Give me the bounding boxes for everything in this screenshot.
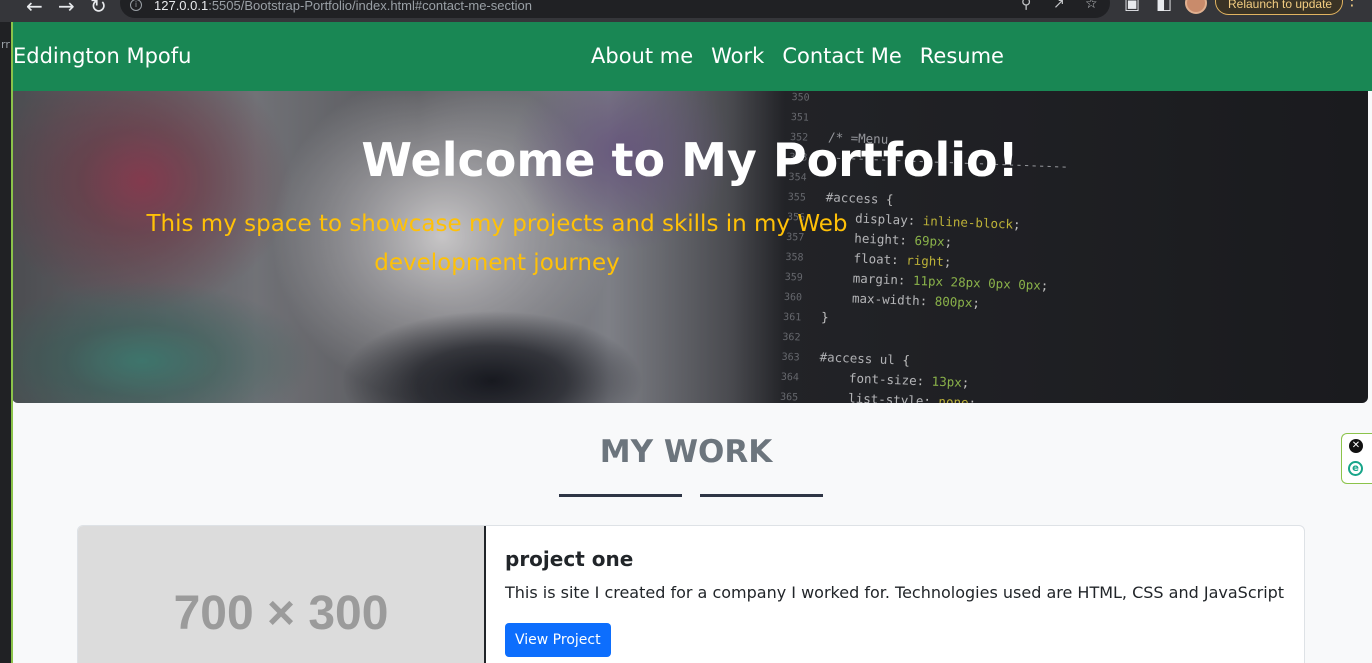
green-guide-line [11, 22, 13, 663]
extension-side-widget: ✕ e [1341, 433, 1372, 484]
side-panel-icon[interactable]: ◧ [1156, 0, 1172, 13]
menu-kebab-icon[interactable]: ⋮ [1344, 0, 1360, 8]
site-info-icon[interactable]: i [130, 0, 142, 11]
project-card: 700 × 300 project one This is site I cre… [77, 525, 1305, 663]
address-bar[interactable]: i 127.0.0.1:5505/Bootstrap-Portfolio/ind… [120, 0, 1110, 18]
nav-link-about[interactable]: About me [591, 44, 693, 68]
relaunch-button[interactable]: Relaunch to update [1215, 0, 1343, 15]
brand-name[interactable]: Eddington Mpofu [13, 44, 191, 68]
image-placeholder-label: 700 × 300 [173, 587, 389, 640]
browser-toolbar: ← → ↻ i 127.0.0.1:5505/Bootstrap-Portfol… [0, 0, 1372, 22]
hero-subtitle: This my space to showcase my projects an… [146, 211, 848, 276]
nav-link-work[interactable]: Work [711, 44, 764, 68]
project-image-placeholder: 700 × 300 [78, 526, 486, 663]
extensions-puzzle-icon[interactable]: ▣ [1124, 0, 1140, 13]
page-viewport: rr Eddington Mpofu About me Work Contact… [0, 22, 1372, 663]
left-panel-text: rr [1, 38, 10, 51]
hero-banner: 350 351 352/* =Menu 353 -----------------… [12, 91, 1368, 403]
title-underline-left [559, 494, 682, 497]
address-url[interactable]: 127.0.0.1:5505/Bootstrap-Portfolio/index… [154, 0, 532, 13]
forward-arrow-icon[interactable]: → [58, 0, 75, 16]
reload-icon[interactable]: ↻ [90, 0, 107, 16]
close-icon[interactable]: ✕ [1349, 439, 1363, 453]
nav-links: About me Work Contact Me Resume [591, 44, 1004, 68]
section-title-my-work: MY WORK [599, 434, 773, 470]
extension-e-icon[interactable]: e [1348, 461, 1363, 476]
nav-link-resume[interactable]: Resume [920, 44, 1004, 68]
project-description: This is site I created for a company I w… [505, 583, 1285, 602]
view-project-button[interactable]: View Project [505, 623, 611, 657]
navbar: Eddington Mpofu About me Work Contact Me… [0, 22, 1372, 91]
hero-title: Welcome to My Portfolio! [361, 133, 1019, 187]
relaunch-label: Relaunch to update [1228, 0, 1333, 11]
profile-avatar[interactable] [1185, 0, 1207, 14]
nav-link-contact[interactable]: Contact Me [782, 44, 901, 68]
title-underline-right [700, 494, 823, 497]
back-arrow-icon[interactable]: ← [26, 0, 43, 16]
bookmark-star-icon[interactable]: ☆ [1085, 0, 1098, 11]
left-panel-edge: rr [0, 22, 13, 663]
share-icon[interactable]: ↗ [1053, 0, 1065, 11]
project-title: project one [505, 547, 634, 571]
zoom-icon[interactable]: ⚲ [1021, 0, 1031, 11]
